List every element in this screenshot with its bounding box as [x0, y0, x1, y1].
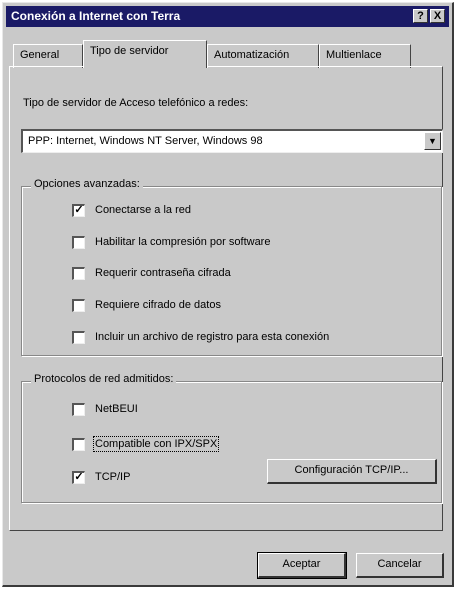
- checkbox-box[interactable]: [72, 267, 85, 280]
- checkbox-box[interactable]: [72, 299, 85, 312]
- tab-automation[interactable]: Automatización: [207, 44, 319, 68]
- cancel-button[interactable]: Cancelar: [356, 553, 444, 578]
- tab-multilink[interactable]: Multienlace: [319, 44, 411, 68]
- tab-server-type[interactable]: Tipo de servidor: [83, 40, 207, 68]
- server-type-select[interactable]: PPP: Internet, Windows NT Server, Window…: [21, 129, 443, 153]
- help-button[interactable]: ?: [413, 9, 428, 23]
- checkbox-label: NetBEUI: [95, 403, 138, 415]
- title-bar[interactable]: Conexión a Internet con Terra ? X: [6, 6, 449, 27]
- chevron-down-icon[interactable]: ▼: [424, 132, 441, 150]
- advanced-options-title: Opciones avanzadas:: [31, 178, 143, 190]
- tab-general[interactable]: General: [13, 44, 83, 68]
- checkbox-label: Requerir contraseña cifrada: [95, 267, 231, 279]
- checkbox-label: Compatible con IPX/SPX: [92, 436, 220, 452]
- checkbox-label: Conectarse a la red: [95, 204, 191, 216]
- checkbox-box[interactable]: [72, 331, 85, 344]
- checkbox-box[interactable]: [72, 403, 85, 416]
- close-button[interactable]: X: [430, 9, 445, 23]
- checkbox-label: Requiere cifrado de datos: [95, 299, 221, 311]
- checkbox-label: TCP/IP: [95, 471, 131, 483]
- server-type-label: Tipo de servidor de Acceso telefónico a …: [23, 97, 249, 109]
- checkbox-box[interactable]: [72, 236, 85, 249]
- checkbox-box[interactable]: ✓: [72, 471, 85, 484]
- ok-button[interactable]: Aceptar: [257, 552, 347, 579]
- protocols-title: Protocolos de red admitidos:: [31, 373, 177, 385]
- checkbox-label: Habilitar la compresión por software: [95, 236, 271, 248]
- window-title: Conexión a Internet con Terra: [11, 9, 181, 23]
- server-type-value: PPP: Internet, Windows NT Server, Window…: [28, 135, 263, 147]
- tcp-ip-settings-button[interactable]: Configuración TCP/IP...: [267, 459, 437, 484]
- checkbox-box[interactable]: ✓: [72, 204, 85, 217]
- checkbox-label: Incluir un archivo de registro para esta…: [95, 331, 330, 343]
- checkbox-box[interactable]: [72, 438, 85, 451]
